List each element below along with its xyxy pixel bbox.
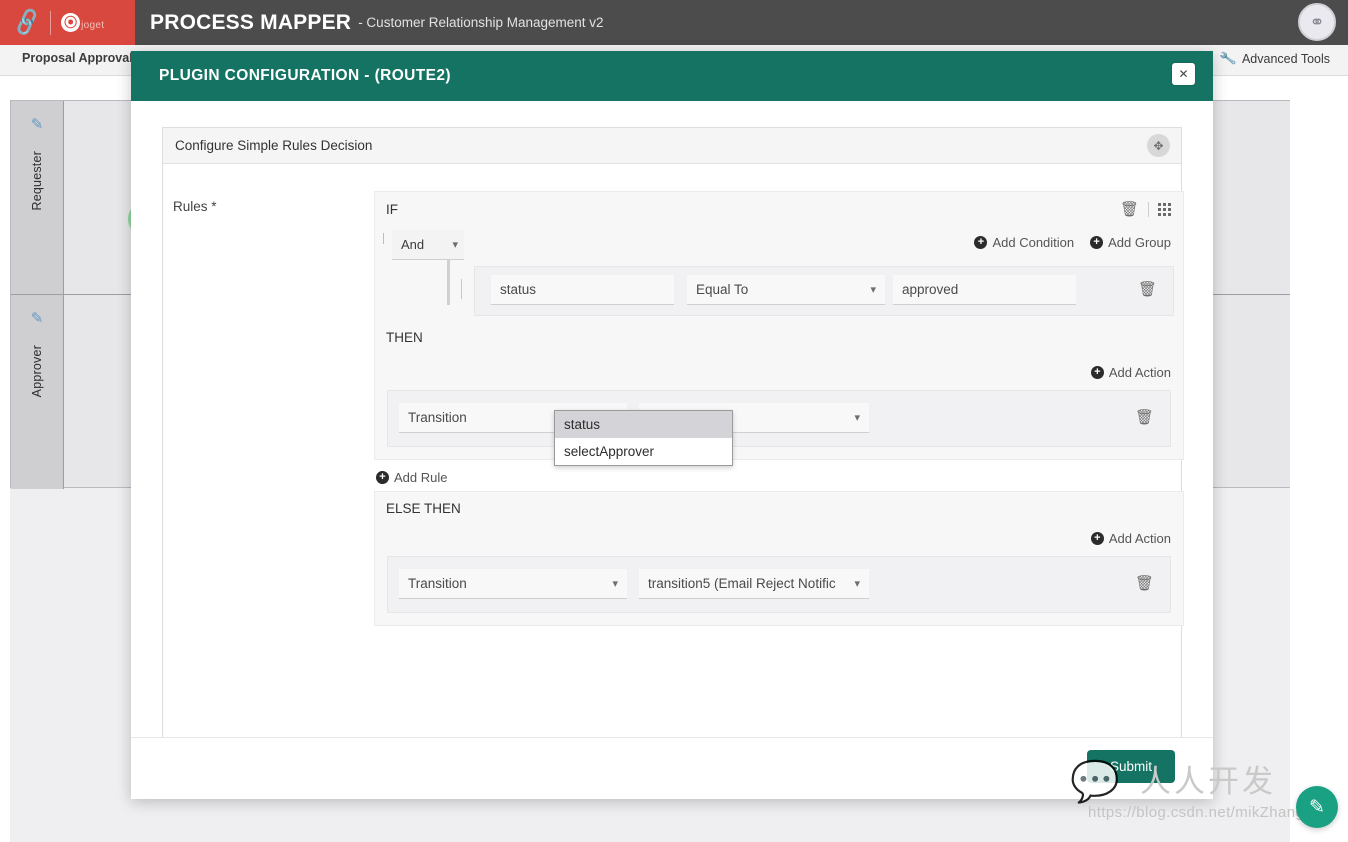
- chevron-down-icon: ▾: [870, 284, 876, 296]
- delete-then-action-button[interactable]: 🗑: [1135, 408, 1154, 426]
- then-label: THEN: [386, 330, 423, 345]
- joget-circle-icon: ⦿: [61, 13, 81, 32]
- panel-body: Rules * IF 🗑 And ▾ + Add Condition + Add…: [163, 164, 1184, 770]
- else-then-block: ELSE THEN + Add Action Transition ▾ tran…: [374, 491, 1184, 626]
- joget-wordmark: joget: [81, 20, 105, 31]
- else-action-value-select[interactable]: transition5 (Email Reject Notific ▾: [639, 569, 869, 599]
- plus-icon: +: [376, 471, 389, 484]
- join-operator-select[interactable]: And ▾: [392, 230, 464, 260]
- field-options-dropdown[interactable]: status selectApprover: [554, 410, 733, 466]
- then-action-row: Transition ▾ Approved ▾ 🗑: [387, 390, 1171, 447]
- logo-divider: [50, 10, 52, 35]
- delete-condition-button[interactable]: 🗑: [1138, 280, 1157, 298]
- add-group-button[interactable]: + Add Group: [1090, 235, 1171, 250]
- add-condition-label: Add Condition: [992, 235, 1075, 250]
- add-action-button-else[interactable]: + Add Action: [1090, 531, 1171, 546]
- condition-operator-value: Equal To: [696, 282, 749, 297]
- add-group-label: Add Group: [1108, 235, 1171, 250]
- chevron-down-icon: ▾: [854, 578, 860, 590]
- add-condition-button[interactable]: + Add Condition: [974, 235, 1074, 250]
- advanced-tools-label: Advanced Tools: [1241, 52, 1330, 66]
- then-add-action-row: + Add Action: [375, 360, 1183, 390]
- page-title: PROCESS MAPPER: [150, 10, 352, 34]
- swimlane-requester-label: Requester: [30, 151, 44, 211]
- condition-toolbar-row: And ▾ + Add Condition + Add Group: [375, 230, 1183, 266]
- condition-field-input[interactable]: [491, 275, 674, 305]
- plus-icon: +: [1090, 366, 1104, 379]
- wrench-icon: 🔧: [1218, 49, 1238, 68]
- else-add-action-row: + Add Action: [375, 526, 1183, 556]
- dropdown-option-selectapprover[interactable]: selectApprover: [555, 438, 732, 465]
- avatar[interactable]: ⚭: [1298, 3, 1336, 41]
- rules-field-label: Rules *: [173, 199, 217, 214]
- chevron-down-icon: ▾: [452, 239, 458, 251]
- dialog-body: Configure Simple Rules Decision ✥ Rules …: [131, 101, 1213, 799]
- else-action-value: transition5 (Email Reject Notific: [648, 576, 836, 591]
- plus-icon: +: [974, 236, 988, 249]
- rules-label-text: Rules: [173, 199, 208, 214]
- group-tick: [383, 233, 384, 244]
- add-rule-button[interactable]: + Add Rule: [376, 470, 447, 485]
- submit-button[interactable]: Submit: [1086, 750, 1175, 783]
- user-avatar-icon: ⚭: [1309, 12, 1325, 32]
- joget-logo: ⦿ joget: [61, 13, 104, 32]
- required-marker: *: [211, 199, 217, 214]
- chevron-down-icon: ▾: [612, 578, 618, 590]
- dialog-title: PLUGIN CONFIGURATION - (ROUTE2): [159, 67, 451, 84]
- join-operator-value: And: [401, 237, 425, 252]
- canvas-right-margin: [1290, 76, 1348, 842]
- app-header: 🔗 ⦿ joget PROCESS MAPPER - Customer Rela…: [0, 0, 1348, 45]
- brand-logo[interactable]: 🔗 ⦿ joget: [0, 0, 135, 45]
- else-then-label: ELSE THEN: [386, 501, 461, 516]
- edit-icon: ✎️: [30, 116, 44, 133]
- if-label: IF: [386, 202, 398, 217]
- plugin-configuration-dialog: PLUGIN CONFIGURATION - (ROUTE2) ✕ Config…: [131, 51, 1213, 799]
- page-subtitle: - Customer Relationship Management v2: [358, 15, 604, 30]
- trash-icon[interactable]: 🗑: [1120, 200, 1139, 218]
- chevron-down-icon: ▾: [854, 412, 860, 424]
- dropdown-option-status[interactable]: status: [555, 411, 732, 438]
- add-rule-label: Add Rule: [394, 470, 448, 485]
- edit-icon: ✎️: [30, 310, 44, 327]
- if-block: IF 🗑 And ▾ + Add Condition + Add Group s…: [374, 191, 1184, 460]
- condition-add-links: + Add Condition + Add Group: [974, 235, 1171, 250]
- if-header: IF 🗑: [375, 192, 1183, 230]
- panel-header: Configure Simple Rules Decision ✥: [163, 128, 1181, 164]
- process-name-label: Proposal Approval P: [22, 51, 145, 65]
- plus-icon: +: [1090, 532, 1104, 545]
- condition-operator-select[interactable]: Equal To ▾: [687, 275, 885, 305]
- tool-separator: [1148, 201, 1149, 217]
- configure-rules-panel: Configure Simple Rules Decision ✥ Rules …: [162, 127, 1184, 771]
- rules-builder: IF 🗑 And ▾ + Add Condition + Add Group s…: [374, 191, 1184, 626]
- else-action-type-value: Transition: [408, 576, 467, 591]
- advanced-tools-button[interactable]: 🔧 Advanced Tools: [1218, 49, 1330, 68]
- group-indent-bar: [447, 259, 450, 305]
- expand-icon[interactable]: ✥: [1147, 134, 1170, 157]
- dialog-header: PLUGIN CONFIGURATION - (ROUTE2) ✕: [131, 51, 1213, 101]
- plus-icon: +: [1090, 236, 1104, 249]
- group-indent-bar-small: [461, 279, 462, 299]
- else-action-type-select[interactable]: Transition ▾: [399, 569, 627, 599]
- condition-value-input[interactable]: [893, 275, 1076, 305]
- swimlane-approver-label: Approver: [30, 345, 44, 398]
- add-action-label: Add Action: [1108, 365, 1171, 380]
- add-action-button-then[interactable]: + Add Action: [1090, 365, 1171, 380]
- pencil-icon[interactable]: ✎: [1296, 786, 1338, 828]
- else-action-row: Transition ▾ transition5 (Email Reject N…: [387, 556, 1171, 613]
- panel-title: Configure Simple Rules Decision: [175, 138, 373, 153]
- if-tools: 🗑: [1120, 200, 1171, 218]
- then-header: THEN: [375, 316, 1183, 360]
- delete-else-action-button[interactable]: 🗑: [1135, 574, 1154, 592]
- then-action-type-value: Transition: [408, 410, 467, 425]
- drag-handle-icon[interactable]: [1158, 202, 1171, 216]
- link-icon: 🔗: [10, 7, 44, 38]
- add-action-label: Add Action: [1108, 531, 1171, 546]
- swimlane-approver-header[interactable]: ✎️ Approver: [11, 295, 64, 489]
- close-icon[interactable]: ✕: [1172, 63, 1195, 85]
- app-root: ✎️ Requester ✎️ Approver Proposal Approv…: [0, 0, 1348, 842]
- condition-row: Equal To ▾ 🗑: [447, 259, 1174, 316]
- swimlane-requester-header[interactable]: ✎️ Requester: [11, 101, 64, 294]
- dialog-footer: Submit: [131, 737, 1213, 799]
- else-then-header: ELSE THEN: [375, 492, 1183, 526]
